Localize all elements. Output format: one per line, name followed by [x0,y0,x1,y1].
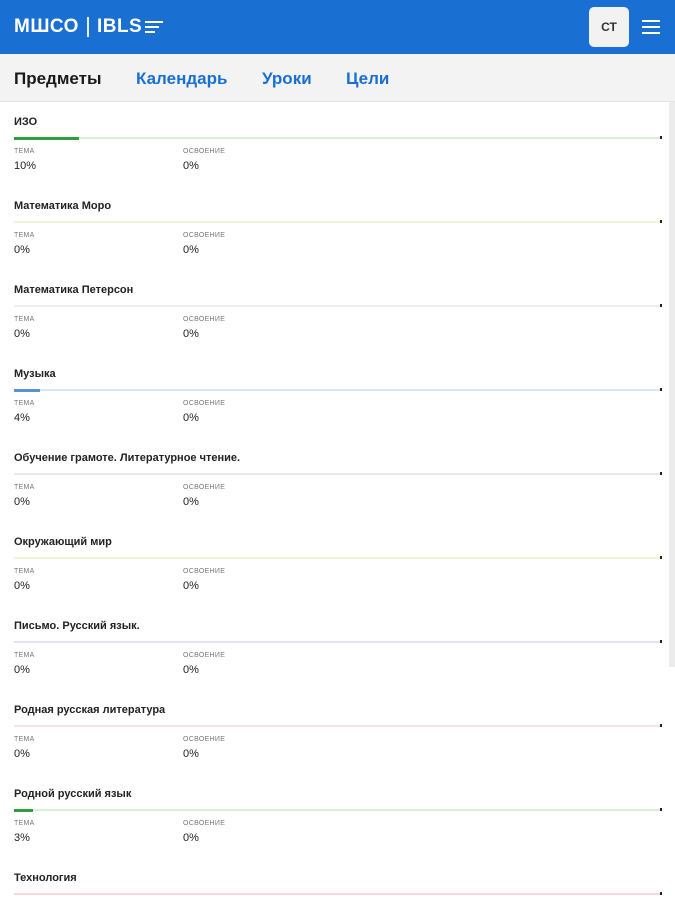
mastery-value: 0% [183,244,199,256]
mastery-label: ОСВОЕНИЕ [183,232,226,239]
mastery-value: 0% [183,496,199,508]
logo-divider [86,17,89,37]
topic-label: ТЕМА [14,400,35,407]
progress-end-marker [660,136,662,139]
mastery-label: ОСВОЕНИЕ [183,652,226,659]
topic-label: ТЕМА [14,820,35,827]
subject-card[interactable]: Музыка ТЕМА ОСВОЕНИЕ 4% 0% [0,354,668,438]
logo-mshso-text: МШСО [14,16,79,37]
tab-calendar[interactable]: Календарь [136,69,227,89]
mastery-label: ОСВОЕНИЕ [183,484,226,491]
subject-card[interactable]: Родной русский язык ТЕМА ОСВОЕНИЕ 3% 0% [0,774,668,858]
progress-end-marker [660,388,662,391]
progress-end-marker [660,892,662,895]
mastery-label: ОСВОЕНИЕ [183,736,226,743]
user-avatar[interactable]: СТ [589,7,629,47]
topic-value: 0% [14,244,30,256]
subject-card[interactable]: Обучение грамоте. Литературное чтение. ТЕ… [0,438,668,522]
mastery-value: 0% [183,160,199,172]
subject-title: Математика Моро [14,200,112,212]
topic-value: 3% [14,832,30,844]
subject-title: Музыка [14,368,56,380]
progress-end-marker [660,724,662,727]
mastery-label: ОСВОЕНИЕ [183,148,226,155]
subject-title: Окружающий мир [14,536,112,548]
tab-goals[interactable]: Цели [346,69,389,89]
topic-label: ТЕМА [14,652,35,659]
topic-value: 0% [14,664,30,676]
progress-end-marker [660,808,662,811]
topic-label: ТЕМА [14,736,35,743]
subject-title: Обучение грамоте. Литературное чтение. [14,452,241,464]
subject-progress-bar [14,472,662,475]
app-logo[interactable]: МШСО IBLS [14,16,164,38]
progress-end-marker [660,220,662,223]
subject-title: Письмо. Русский язык. [14,620,140,632]
tab-subjects[interactable]: Предметы [14,69,102,89]
tab-bar: Предметы Календарь Уроки Цели [0,54,675,102]
subject-card[interactable]: Технология [0,858,668,900]
tab-lessons[interactable]: Уроки [262,69,312,89]
topic-value: 0% [14,328,30,340]
hamburger-menu-icon[interactable] [642,20,660,34]
subject-progress-bar [14,304,662,307]
mastery-value: 0% [183,328,199,340]
subject-progress-fill [14,388,40,392]
topic-label: ТЕМА [14,316,35,323]
subject-card[interactable]: ИЗО ТЕМА ОСВОЕНИЕ 10% 0% [0,102,668,186]
topic-label: ТЕМА [14,232,35,239]
app-header: МШСО IBLS СТ [0,0,675,54]
progress-end-marker [660,640,662,643]
subject-card[interactable]: Окружающий мир ТЕМА ОСВОЕНИЕ 0% 0% [0,522,668,606]
mastery-label: ОСВОЕНИЕ [183,400,226,407]
topic-value: 0% [14,748,30,760]
logo-lines-icon [145,20,164,34]
mastery-value: 0% [183,832,199,844]
topic-label: ТЕМА [14,568,35,575]
subject-progress-bar [14,220,662,223]
subject-title: Родной русский язык [14,788,132,800]
subject-progress-bar [14,724,662,727]
subject-progress-bar [14,808,662,812]
mastery-value: 0% [183,412,199,424]
progress-end-marker [660,556,662,559]
mastery-value: 0% [183,664,199,676]
progress-end-marker [660,472,662,475]
subject-title: Родная русская литература [14,704,166,716]
topic-value: 10% [14,160,37,172]
subject-title: Математика Петерсон [14,284,134,296]
subject-progress-bar [14,136,662,140]
mastery-label: ОСВОЕНИЕ [183,820,226,827]
subject-card[interactable]: Родная русская литература ТЕМА ОСВОЕНИЕ 0% 0… [0,690,668,774]
subject-progress-bar [14,556,662,559]
topic-value: 0% [14,496,30,508]
subject-progress-bar [14,388,662,392]
subject-progress-fill [14,808,34,812]
subject-card[interactable]: Математика Петерсон ТЕМА ОСВОЕНИЕ 0% 0% [0,270,668,354]
topic-label: ТЕМА [14,148,35,155]
subject-card[interactable]: Математика Моро ТЕМА ОСВОЕНИЕ 0% 0% [0,186,668,270]
subject-progress-bar [14,640,662,643]
topic-value: 4% [14,412,30,424]
scrollbar[interactable] [669,102,675,667]
mastery-value: 0% [183,580,199,592]
subject-title: ИЗО [14,116,38,128]
subject-card[interactable]: Письмо. Русский язык. ТЕМА ОСВОЕНИЕ 0% 0% [0,606,668,690]
progress-end-marker [660,304,662,307]
topic-label: ТЕМА [14,484,35,491]
mastery-label: ОСВОЕНИЕ [183,316,226,323]
topic-value: 0% [14,580,30,592]
subject-title: Технология [14,872,77,884]
subject-progress-bar [14,892,662,895]
logo-ibls-text: IBLS [96,16,143,37]
mastery-label: ОСВОЕНИЕ [183,568,226,575]
subject-progress-fill [14,136,79,140]
mastery-value: 0% [183,748,199,760]
